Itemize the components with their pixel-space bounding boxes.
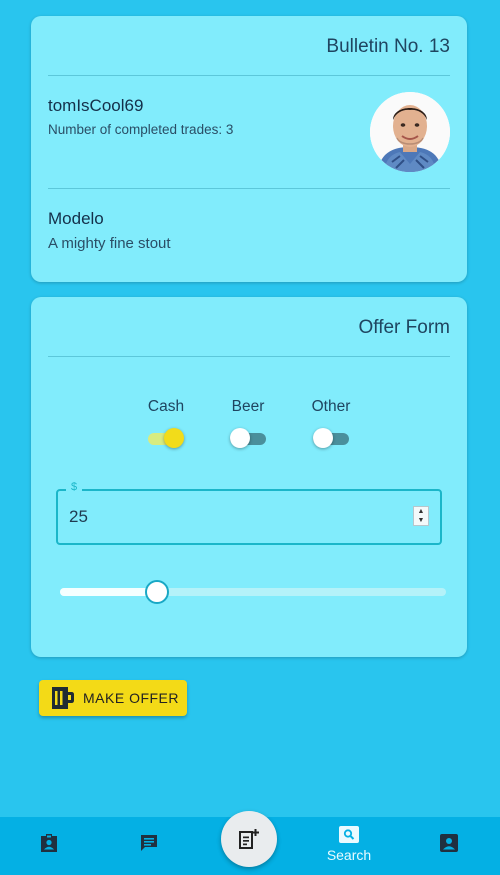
offer-form-card: Offer Form Cash Beer Other $ ▲ ▼ <box>31 297 467 657</box>
nav-messages[interactable] <box>120 817 178 875</box>
switch-thumb <box>313 428 333 448</box>
divider <box>48 188 450 189</box>
amount-input[interactable] <box>69 504 399 530</box>
offer-form-title: Offer Form <box>358 317 451 338</box>
username[interactable]: tomIsCool69 <box>48 96 143 116</box>
other-toggle-group: Other <box>301 398 361 450</box>
make-offer-button[interactable]: MAKE OFFER <box>39 680 187 716</box>
beer-toggle-label: Beer <box>231 398 265 415</box>
slider-handle[interactable] <box>144 580 169 604</box>
stepper-down-icon[interactable]: ▼ <box>418 517 425 524</box>
cash-toggle-group: Cash <box>136 398 196 450</box>
other-toggle[interactable] <box>313 426 349 450</box>
message-icon <box>141 835 157 851</box>
cash-toggle-label: Cash <box>147 398 185 415</box>
bulletin-card: Bulletin No. 13 tomIsCool69 Number of co… <box>31 16 467 282</box>
switch-thumb <box>164 428 184 448</box>
divider <box>48 356 450 357</box>
slider-fill <box>60 588 157 596</box>
amount-slider[interactable] <box>60 579 446 605</box>
number-stepper[interactable]: ▲ ▼ <box>413 506 429 526</box>
bulletin-title: Bulletin No. 13 <box>326 36 450 57</box>
stepper-up-icon[interactable]: ▲ <box>418 508 425 515</box>
nav-search-label: Search <box>326 847 372 863</box>
nav-search[interactable]: Search <box>306 817 392 875</box>
item-name: Modelo <box>48 209 104 228</box>
nav-profile[interactable] <box>420 817 478 875</box>
amount-field: $ ▲ ▼ <box>56 481 442 545</box>
search-icon <box>339 826 359 843</box>
avatar[interactable] <box>370 92 450 172</box>
item-description: A mighty fine stout <box>48 235 171 252</box>
badge-icon <box>41 834 57 852</box>
divider <box>48 75 450 76</box>
make-offer-label: MAKE OFFER <box>83 690 180 706</box>
beer-toggle[interactable] <box>230 426 266 450</box>
nav-badge[interactable] <box>20 817 78 875</box>
completed-trades-count: Number of completed trades: 3 <box>48 122 234 137</box>
account-box-icon <box>440 834 458 852</box>
switch-thumb <box>230 428 250 448</box>
beer-mug-icon <box>52 687 74 709</box>
beer-toggle-group: Beer <box>218 398 278 450</box>
new-note-button[interactable] <box>221 811 277 867</box>
note-add-icon <box>239 829 259 849</box>
amount-currency-legend: $ <box>66 481 83 493</box>
other-toggle-label: Other <box>311 398 351 415</box>
cash-toggle[interactable] <box>148 426 184 450</box>
